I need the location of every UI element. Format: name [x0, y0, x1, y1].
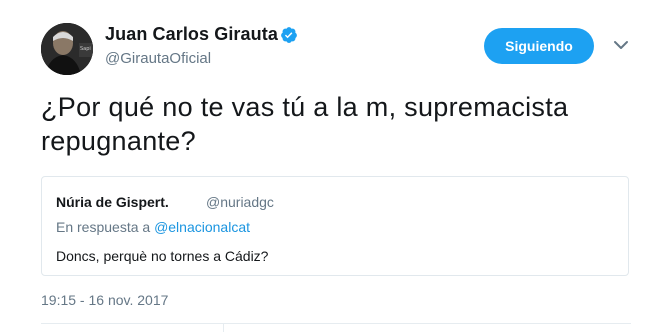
reply-prefix: En respuesta a	[56, 219, 155, 235]
divider-tick	[223, 323, 224, 332]
author-name[interactable]: Juan Carlos Girauta	[105, 24, 278, 45]
following-button[interactable]: Siguiendo	[484, 28, 594, 64]
divider	[41, 323, 631, 324]
tweet-card: Sapi Juan Carlos Girauta @GirautaOficial…	[0, 0, 650, 332]
reply-mention-link[interactable]: @elnacionalcat	[154, 219, 250, 235]
tweet-text: ¿Por qué no te vas tú a la m, supremacis…	[41, 92, 569, 156]
chevron-down-icon[interactable]	[612, 38, 630, 52]
reply-context: En respuesta a @elnacionalcat	[56, 219, 250, 235]
quoted-tweet[interactable]: Núria de Gispert. @nuriadgc En respuesta…	[41, 176, 629, 276]
avatar-image: Sapi	[41, 23, 93, 75]
quoted-author-name: Núria de Gispert.	[56, 194, 169, 210]
author-handle[interactable]: @GirautaOficial	[105, 50, 211, 67]
verified-badge-icon	[281, 27, 297, 43]
svg-text:Sapi: Sapi	[80, 46, 91, 52]
tweet-timestamp[interactable]: 19:15 - 16 nov. 2017	[41, 292, 168, 308]
avatar[interactable]: Sapi	[41, 23, 93, 75]
quoted-author-handle: @nuriadgc	[206, 194, 274, 210]
quoted-tweet-text: Doncs, perquè no tornes a Cádiz?	[56, 248, 269, 264]
